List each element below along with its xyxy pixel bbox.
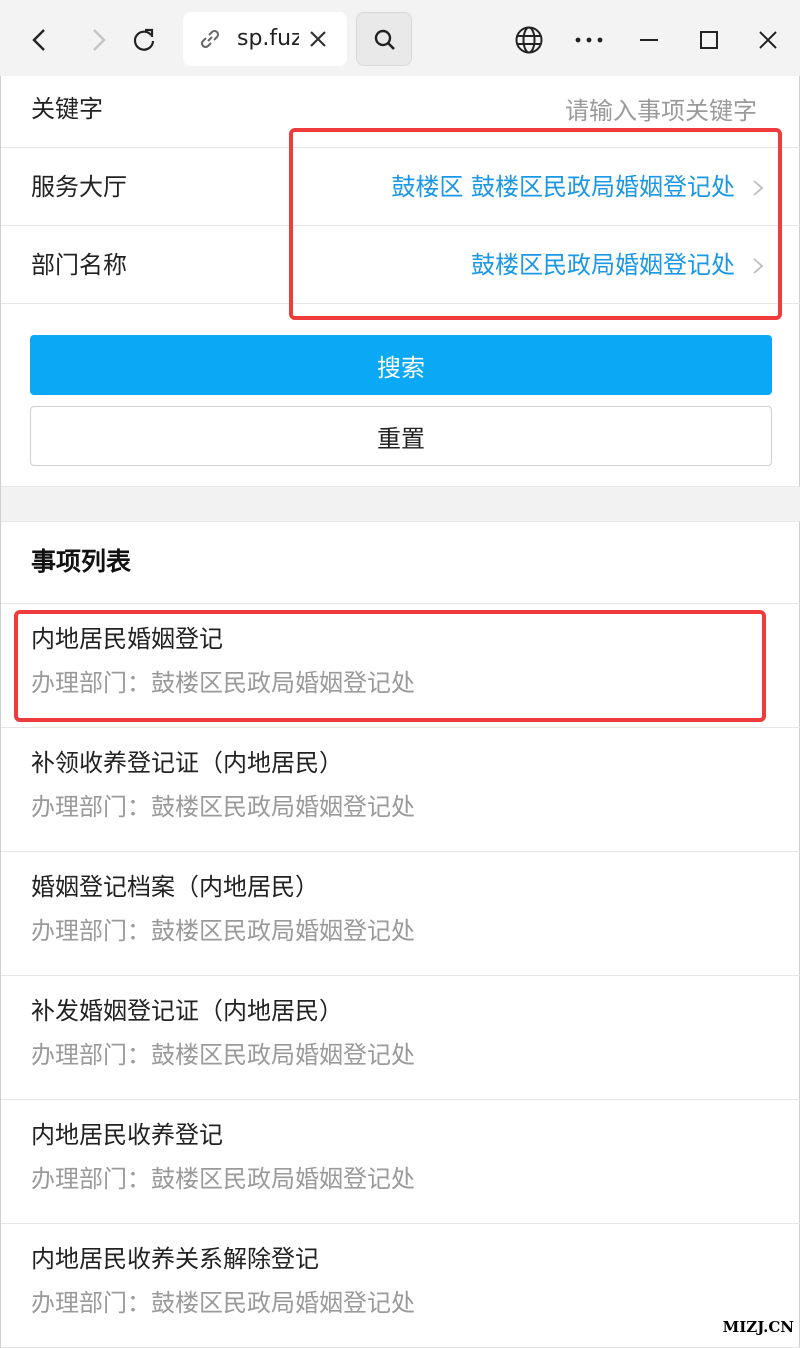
list-item[interactable]: 补领收养登记证（内地居民） 办理部门：鼓楼区民政局婚姻登记处 bbox=[1, 728, 800, 852]
list-item[interactable]: 内地居民收养登记 办理部门：鼓楼区民政局婚姻登记处 bbox=[1, 1100, 800, 1224]
section-divider bbox=[1, 486, 800, 522]
highlight-box-first-item bbox=[14, 610, 766, 722]
item-name: 内地居民收养关系解除登记 bbox=[31, 1245, 319, 1273]
list-title: 事项列表 bbox=[31, 547, 132, 576]
close-icon[interactable] bbox=[305, 26, 331, 52]
list-item[interactable]: 补发婚姻登记证（内地居民） 办理部门：鼓楼区民政局婚姻登记处 bbox=[1, 976, 800, 1100]
browser-toolbar: sp.fuz bbox=[0, 0, 800, 76]
browser-tab[interactable]: sp.fuz bbox=[183, 12, 347, 66]
search-tab-button[interactable] bbox=[356, 12, 412, 66]
back-icon[interactable] bbox=[20, 20, 60, 60]
item-department: 办理部门：鼓楼区民政局婚姻登记处 bbox=[31, 1289, 415, 1317]
minimize-icon[interactable] bbox=[629, 20, 669, 60]
watermark: MIZJ.CN bbox=[722, 1318, 794, 1336]
more-icon[interactable] bbox=[569, 20, 609, 60]
item-department: 办理部门：鼓楼区民政局婚姻登记处 bbox=[31, 917, 415, 945]
service-hall-label: 服务大厅 bbox=[31, 173, 127, 201]
tab-title: sp.fuz bbox=[237, 26, 299, 51]
item-department: 办理部门：鼓楼区民政局婚姻登记处 bbox=[31, 1041, 415, 1069]
list-item[interactable]: 内地居民收养关系解除登记 办理部门：鼓楼区民政局婚姻登记处 bbox=[1, 1224, 800, 1348]
item-name: 婚姻登记档案（内地居民） bbox=[31, 873, 319, 901]
item-name: 内地居民收养登记 bbox=[31, 1121, 223, 1149]
link-icon bbox=[200, 29, 220, 49]
globe-icon[interactable] bbox=[509, 20, 549, 60]
item-department: 办理部门：鼓楼区民政局婚姻登记处 bbox=[31, 1165, 415, 1193]
search-button[interactable]: 搜索 bbox=[30, 335, 772, 395]
item-name: 补领收养登记证（内地居民） bbox=[31, 749, 343, 777]
item-department: 办理部门：鼓楼区民政局婚姻登记处 bbox=[31, 793, 415, 821]
keyword-input[interactable]: 请输入事项关键字 bbox=[565, 96, 757, 126]
list-item[interactable]: 婚姻登记档案（内地居民） 办理部门：鼓楼区民政局婚姻登记处 bbox=[1, 852, 800, 976]
item-name: 补发婚姻登记证（内地居民） bbox=[31, 997, 343, 1025]
maximize-icon[interactable] bbox=[689, 20, 729, 60]
window-close-icon[interactable] bbox=[748, 20, 788, 60]
keyword-label: 关键字 bbox=[31, 95, 103, 123]
reload-icon[interactable] bbox=[124, 20, 164, 60]
page-content: 关键字 请输入事项关键字 服务大厅 鼓楼区 鼓楼区民政局婚姻登记处 部门名称 鼓… bbox=[0, 76, 800, 1348]
department-label: 部门名称 bbox=[31, 251, 127, 279]
search-icon bbox=[374, 29, 395, 50]
reset-button[interactable]: 重置 bbox=[30, 406, 772, 466]
highlight-box-filters bbox=[289, 128, 782, 320]
forward-icon[interactable] bbox=[78, 20, 118, 60]
